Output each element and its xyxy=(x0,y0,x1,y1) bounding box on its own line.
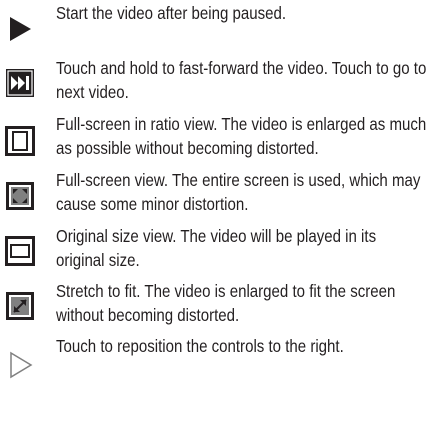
item-description: Touch to reposition the controls to the … xyxy=(56,336,344,356)
item-description: Original size view. The video will be pl… xyxy=(56,226,377,270)
fullscreen-icon xyxy=(5,181,35,211)
item-description: Stretch to fit. The video is enlarged to… xyxy=(56,281,396,325)
fast-forward-next-icon xyxy=(5,68,35,98)
original-size-icon xyxy=(5,236,35,266)
item-description: Start the video after being paused. xyxy=(56,3,287,23)
reposition-controls-icon xyxy=(5,350,35,380)
play-icon xyxy=(5,14,35,44)
stretch-to-fit-icon xyxy=(5,291,35,321)
fullscreen-ratio-icon xyxy=(5,126,35,156)
item-description: Touch and hold to fast-forward the video… xyxy=(56,58,427,102)
item-description: Full-screen view. The entire screen is u… xyxy=(56,170,421,214)
item-description: Full-screen in ratio view. The video is … xyxy=(56,114,427,158)
